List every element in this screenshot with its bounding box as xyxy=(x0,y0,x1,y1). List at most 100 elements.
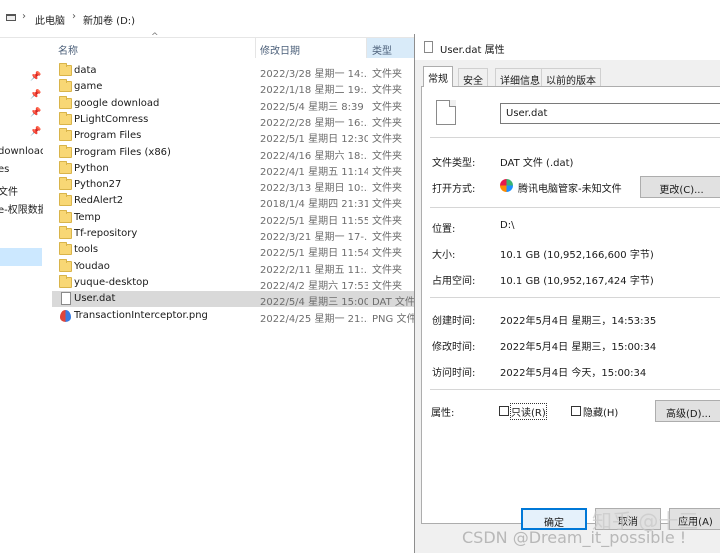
size-value: 10.1 GB (10,952,166,600 字节) xyxy=(500,250,654,261)
column-header-type[interactable]: 类型 xyxy=(372,42,392,62)
file-type: 文件夹 xyxy=(372,183,402,195)
file-name[interactable]: yuque-desktop xyxy=(74,277,149,288)
readonly-label[interactable]: 只读(R) xyxy=(510,403,547,420)
file-name[interactable]: data xyxy=(74,65,97,76)
file-row[interactable]: game 2022/1/18 星期二 19:... 文件夹 xyxy=(52,79,414,97)
file-type: 文件夹 xyxy=(372,232,402,243)
column-header-date[interactable]: 修改日期 xyxy=(260,42,300,62)
column-divider[interactable] xyxy=(366,38,367,58)
file-icon xyxy=(436,100,456,125)
file-name[interactable]: TransactionInterceptor.png xyxy=(74,310,208,321)
file-date: 2018/1/4 星期四 21:31 xyxy=(260,199,368,211)
nav-item-selected[interactable] xyxy=(0,248,42,266)
file-row[interactable]: User.dat 2022/5/4 星期三 15:00 DAT 文件 xyxy=(52,291,414,308)
file-name[interactable]: Program Files (x86) xyxy=(74,147,171,158)
file-type-label: 文件类型: xyxy=(432,158,476,169)
nav-item-files[interactable]: 文件 xyxy=(0,183,18,198)
file-type: 文件夹 xyxy=(372,117,402,129)
file-row[interactable]: google download 2022/5/4 星期三 8:39 文件夹 xyxy=(52,95,414,113)
properties-dialog[interactable]: User.dat 属性 常规 安全 详细信息 以前的版本 User.dat 文件… xyxy=(414,34,720,553)
size-on-disk-value: 10.1 GB (10,952,167,424 字节) xyxy=(500,276,654,287)
file-row[interactable]: Tf-repository 2022/3/21 星期一 17-... 文件夹 xyxy=(52,226,414,243)
breadcrumb-this-pc[interactable]: 此电脑 xyxy=(35,12,65,27)
folder-icon xyxy=(59,258,72,272)
file-type: 文件夹 xyxy=(372,248,402,260)
divider xyxy=(430,207,720,208)
column-divider[interactable] xyxy=(255,38,256,58)
file-date: 2022/4/1 星期五 11:14 xyxy=(260,166,368,178)
folder-icon xyxy=(59,177,72,191)
address-bar[interactable]: › 此电脑 › 新加卷 (D:) xyxy=(0,0,720,38)
folder-icon xyxy=(59,63,72,76)
file-date: 2022/3/13 星期日 10:... xyxy=(260,183,368,195)
file-name[interactable]: User.dat xyxy=(74,293,115,304)
file-row[interactable]: PLightComress 2022/2/28 星期一 16:... 文件夹 xyxy=(52,111,414,129)
file-row[interactable]: data 2022/3/28 星期一 14:... 文件夹 xyxy=(52,63,414,80)
file-row[interactable]: Python 2022/4/1 星期五 11:14 文件夹 xyxy=(52,160,414,178)
file-name[interactable]: tools xyxy=(74,244,98,255)
chevron-right-icon: › xyxy=(72,11,76,22)
modified-label: 修改时间: xyxy=(432,342,476,353)
attributes-label: 属性: xyxy=(431,408,455,419)
folder-icon xyxy=(59,144,72,158)
folder-icon xyxy=(59,111,72,125)
change-button[interactable]: 更改(C)... xyxy=(640,176,720,198)
folder-icon xyxy=(59,193,72,207)
file-row[interactable]: Youdao 2022/2/11 星期五 11:... 文件夹 xyxy=(52,258,414,276)
file-row[interactable]: RedAlert2 2018/1/4 星期四 21:31 文件夹 xyxy=(52,193,414,211)
tab-previous-versions[interactable]: 以前的版本 xyxy=(541,68,601,87)
tab-details[interactable]: 详细信息 xyxy=(495,68,545,87)
nav-item-es[interactable]: es xyxy=(0,164,9,175)
file-name[interactable]: Temp xyxy=(74,212,101,223)
filename-field[interactable]: User.dat xyxy=(500,103,720,124)
file-name[interactable]: PLightComress xyxy=(74,114,148,125)
file-name[interactable]: Python27 xyxy=(74,179,121,190)
file-row[interactable]: Temp 2022/5/1 星期日 11:55 文件夹 xyxy=(52,209,414,227)
pin-icon: 📌 xyxy=(30,72,42,82)
navigation-pane[interactable]: 📌 📌 📌 📌 download es 文件 e-权限数据 xyxy=(0,38,43,553)
nav-item-download[interactable]: download xyxy=(0,146,43,157)
tab-security[interactable]: 安全 xyxy=(458,68,488,87)
file-row[interactable]: tools 2022/5/1 星期日 11:54 文件夹 xyxy=(52,242,414,260)
file-date: 2022/4/2 星期六 17:53 xyxy=(260,280,368,292)
file-date: 2022/5/1 星期日 12:30 xyxy=(260,134,368,146)
accessed-label: 访问时间: xyxy=(432,368,476,379)
file-name[interactable]: Program Files xyxy=(74,130,141,141)
hidden-label[interactable]: 隐藏(H) xyxy=(583,404,618,419)
created-label: 创建时间: xyxy=(432,316,476,327)
file-date: 2022/5/1 星期日 11:54 xyxy=(260,248,368,260)
file-row[interactable]: Program Files 2022/5/1 星期日 12:30 文件夹 xyxy=(52,128,414,146)
column-header-name[interactable]: 名称 xyxy=(58,42,78,62)
breadcrumb-drive-d[interactable]: 新加卷 (D:) xyxy=(83,12,135,27)
file-name[interactable]: RedAlert2 xyxy=(74,195,123,206)
pin-icon: 📌 xyxy=(30,127,42,137)
dialog-title: User.dat 属性 xyxy=(440,45,505,56)
file-row[interactable]: TransactionInterceptor.png 2022/4/25 星期一 … xyxy=(52,308,414,325)
advanced-button[interactable]: 高级(D)... xyxy=(655,400,720,422)
dialog-title-bar[interactable]: User.dat 属性 xyxy=(415,34,720,60)
tab-general[interactable]: 常规 xyxy=(423,66,453,87)
file-row[interactable]: Program Files (x86) 2022/4/16 星期六 18:... 文… xyxy=(52,144,414,162)
file-name[interactable]: Tf-repository xyxy=(74,228,137,239)
file-name[interactable]: Python xyxy=(74,163,109,174)
ok-button[interactable]: 确定 xyxy=(521,508,587,530)
folder-icon xyxy=(59,209,72,223)
file-type: 文件夹 xyxy=(372,101,402,113)
file-name[interactable]: Youdao xyxy=(74,261,110,272)
nav-item-permission-data[interactable]: e-权限数据 xyxy=(0,201,43,216)
pin-icon: 📌 xyxy=(30,108,42,118)
file-date: 2022/2/11 星期五 11:... xyxy=(260,264,368,276)
file-name[interactable]: google download xyxy=(74,98,159,109)
file-date: 2022/2/28 星期一 16:... xyxy=(260,117,368,129)
size-label: 大小: xyxy=(432,250,456,261)
tab-strip[interactable]: 常规 安全 详细信息 以前的版本 xyxy=(415,66,720,87)
file-date: 2022/1/18 星期二 19:... xyxy=(260,85,368,97)
file-row[interactable]: yuque-desktop 2022/4/2 星期六 17:53 文件夹 xyxy=(52,274,414,292)
file-name[interactable]: game xyxy=(74,81,102,92)
file-row[interactable]: Python27 2022/3/13 星期日 10:... 文件夹 xyxy=(52,177,414,195)
accessed-value: 2022年5月4日 今天，15:00:34 xyxy=(500,368,647,379)
tencent-pc-manager-icon xyxy=(500,179,513,192)
sort-ascending-icon: ^ xyxy=(151,32,159,42)
hidden-checkbox[interactable] xyxy=(571,406,581,416)
readonly-checkbox[interactable] xyxy=(499,406,509,416)
